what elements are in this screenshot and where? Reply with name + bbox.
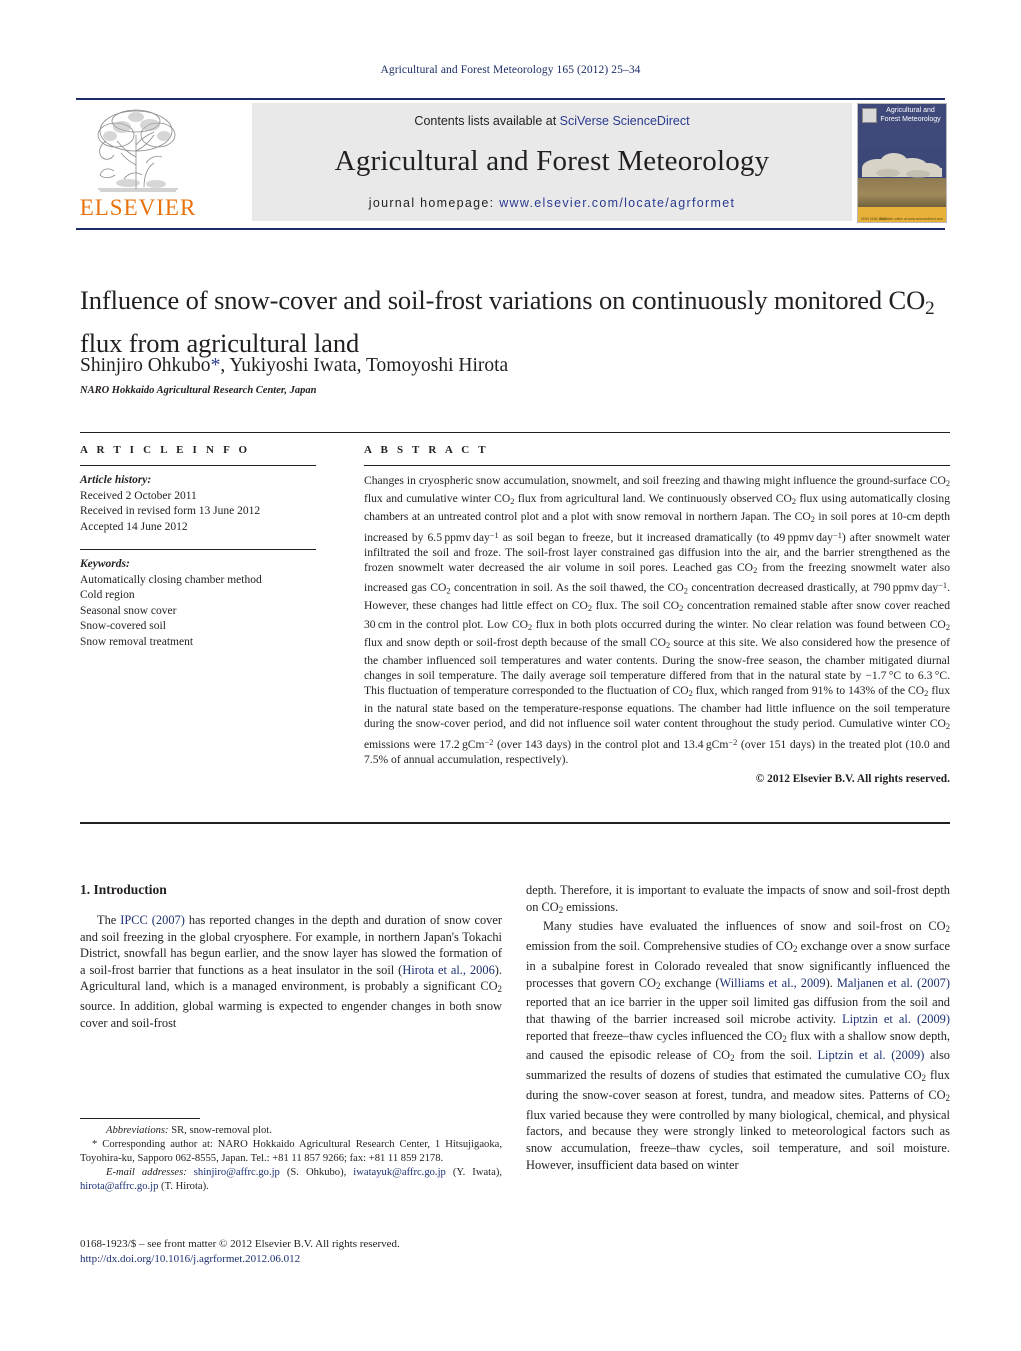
journal-cover-thumbnail: Agricultural and Forest Meteorology ISSN… [857, 103, 947, 223]
abstract-copyright: © 2012 Elsevier B.V. All rights reserved… [755, 772, 950, 785]
homepage-url-link[interactable]: www.elsevier.com/locate/agrformet [499, 196, 735, 210]
keywords-label: Keywords: [80, 558, 130, 570]
citation-link-liptzin-2009b[interactable]: Liptzin et al. (2009) [817, 1048, 924, 1062]
email-link-iwata[interactable]: iwatayuk@affrc.go.jp [353, 1167, 446, 1178]
intro-paragraph-2: Many studies have evaluated the influenc… [526, 919, 950, 1172]
article-history-label: Article history: [80, 474, 152, 486]
body-column-right: depth. Therefore, it is important to eva… [526, 882, 950, 1173]
journal-homepage-line: journal homepage: www.elsevier.com/locat… [252, 196, 852, 210]
doi-link[interactable]: http://dx.doi.org/10.1016/j.agrformet.20… [80, 1252, 510, 1267]
elsevier-tree-icon [97, 109, 178, 192]
citation-link-hirota-2006[interactable]: Hirota et al., 2006 [402, 963, 494, 977]
journal-title: Agricultural and Forest Meteorology [334, 145, 770, 177]
keyword-item: Cold region [80, 589, 135, 601]
abstract-divider [364, 465, 950, 466]
contents-prefix: Contents lists available at [414, 114, 560, 128]
intro-paragraph-1: The IPCC (2007) has reported changes in … [80, 913, 502, 1030]
band-top-rule [80, 432, 950, 433]
author-list: Shinjiro Ohkubo*, Yukiyoshi Iwata, Tomoy… [80, 355, 509, 376]
homepage-prefix: journal homepage: [368, 196, 500, 210]
cover-footer-right: Available online at www.sciencedirect.co… [879, 217, 943, 221]
citation-link-maljanen-2007[interactable]: Maljanen et al. (2007) [837, 976, 950, 990]
header-bottom-rule [76, 228, 945, 230]
abstract-heading: A B S T R A C T [364, 444, 489, 456]
keywords-divider [80, 549, 316, 550]
footnote-rule [80, 1118, 200, 1119]
article-history-item: Received in revised form 13 June 2012 [80, 505, 261, 517]
corresponding-author-marker: * [210, 355, 221, 376]
keyword-item: Snow removal treatment [80, 635, 194, 648]
footnote-corresponding-author: * Corresponding author at: NARO Hokkaido… [80, 1139, 502, 1164]
article-history-item: Received 2 October 2011 [80, 489, 197, 502]
email-link-hirota[interactable]: hirota@affrc.go.jp [80, 1181, 158, 1192]
abstract-column: A B S T R A C T Changes in cryospheric s… [364, 444, 950, 785]
band-bottom-rule [80, 822, 950, 824]
section-heading-introduction: 1. Introduction [80, 882, 167, 897]
journal-header: ELSEVIER Contents lists available at Sci… [76, 100, 947, 223]
cloud-icon [862, 153, 942, 178]
cover-footer-band: ISSN 0168-1923 Available online at www.s… [858, 207, 946, 222]
email-link-ohkubo[interactable]: shinjiro@affrc.go.jp [194, 1167, 280, 1178]
article-info-column: A R T I C L E I N F O Article history: R… [80, 444, 316, 650]
cover-title: Agricultural and Forest Meteorology [880, 107, 941, 123]
email-owner-hirota: (T. Hirota). [158, 1181, 209, 1192]
paper-page: Agricultural and Forest Meteorology 165 … [0, 0, 1021, 1351]
issn-block: 0168-1923/$ – see front matter © 2012 El… [80, 1237, 510, 1267]
citation-link-liptzin-2009a[interactable]: Liptzin et al. (2009) [842, 1012, 950, 1026]
body-column-left: 1. Introduction The IPCC (2007) has repo… [80, 882, 502, 1031]
article-info-divider [80, 465, 316, 466]
email-owner-ohkubo: (S. Ohkubo), [279, 1167, 354, 1178]
sciencedirect-link[interactable]: SciVerse ScienceDirect [560, 114, 690, 128]
email-addresses-label: E-mail addresses: [106, 1167, 187, 1178]
elsevier-logo: ELSEVIER [76, 103, 200, 221]
issn-line: 0168-1923/$ – see front matter © 2012 El… [80, 1238, 400, 1250]
intro-paragraph-1-continued: depth. Therefore, it is important to eva… [526, 883, 950, 915]
running-head: Agricultural and Forest Meteorology 165 … [380, 64, 641, 76]
citation-link-williams-2009[interactable]: Williams et al., 2009 [720, 976, 826, 990]
affiliation: NARO Hokkaido Agricultural Research Cent… [80, 385, 317, 396]
page-title: Influence of snow-cover and soil-frost v… [80, 285, 935, 358]
footnote-emails: E-mail addresses: shinjiro@affrc.go.jp (… [80, 1166, 502, 1194]
footnote-block: Abbreviations: SR, snow-removal plot. * … [80, 1124, 502, 1194]
footnote-abbreviations: Abbreviations: SR, snow-removal plot. [80, 1124, 502, 1138]
keyword-item: Automatically closing chamber method [80, 573, 262, 586]
citation-link-ipcc-2007[interactable]: IPCC (2007) [120, 913, 185, 927]
cover-landscape [858, 178, 946, 208]
cover-elsevier-mark-icon [862, 108, 877, 123]
article-history-item: Accepted 14 June 2012 [80, 520, 188, 533]
elsevier-wordmark: ELSEVIER [79, 195, 197, 220]
abbreviations-text: SR, snow-removal plot. [168, 1125, 272, 1136]
keyword-item: Seasonal snow cover [80, 604, 177, 617]
email-owner-iwata: (Y. Iwata), [445, 1167, 503, 1178]
abstract-text: Changes in cryospheric snow accumulation… [364, 474, 951, 766]
contents-lists-line: Contents lists available at SciVerse Sci… [252, 114, 852, 128]
article-info-heading: A R T I C L E I N F O [80, 444, 251, 456]
keyword-item: Snow-covered soil [80, 620, 166, 632]
abbreviations-label: Abbreviations: [106, 1125, 169, 1136]
